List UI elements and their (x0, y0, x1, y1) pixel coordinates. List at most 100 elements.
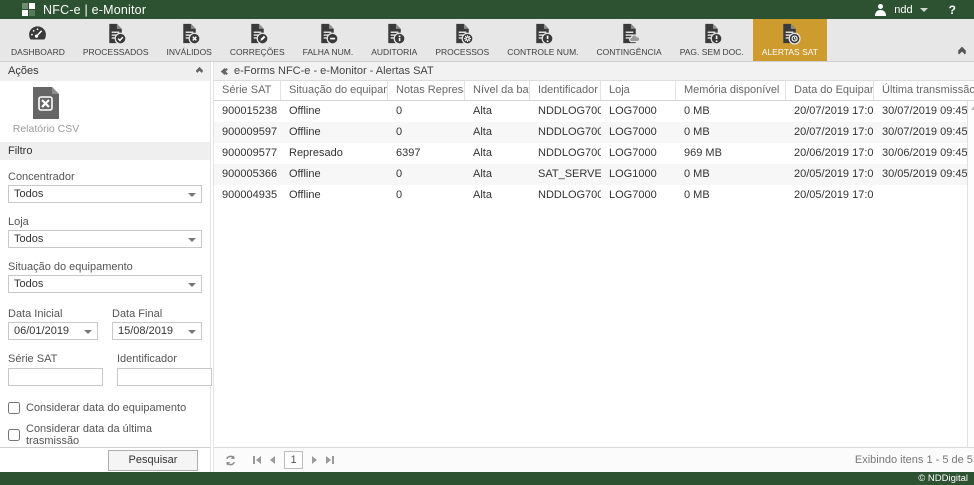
table-cell: 20/06/2019 17:09:42 (786, 143, 874, 164)
filtro-title: Filtro (8, 145, 32, 157)
table-cell: SAT_SERVER_OFF (530, 164, 601, 185)
vertical-scrollbar[interactable] (967, 101, 974, 447)
doc-x-icon (178, 22, 201, 45)
column-header[interactable]: Última transmissão (874, 81, 974, 100)
situacao-select[interactable]: Todos (8, 275, 202, 293)
table-cell: 900009577 (214, 143, 281, 164)
table-row[interactable]: 900009577Represado6397AltaNDDLOG7000001L… (214, 143, 974, 164)
concentrador-select[interactable]: Todos (8, 185, 202, 203)
last-page-button[interactable] (326, 456, 334, 464)
data-final-value: 15/08/2019 (118, 325, 173, 337)
tab-auditoria[interactable]: AUDITORIA (362, 19, 426, 61)
table-cell: LOG7000 (601, 122, 676, 143)
first-page-button[interactable] (253, 456, 261, 464)
tab-falha-num[interactable]: FALHA NUM. (294, 19, 363, 61)
breadcrumb: e-Forms NFC-e - e-Monitor - Alertas SAT (234, 65, 434, 77)
table-cell: Offline (281, 164, 388, 185)
tab-label: INVÁLIDOS (167, 47, 212, 57)
table-cell: Alta (465, 101, 530, 122)
filtro-header: Filtro (0, 142, 210, 161)
concentrador-label: Concentrador (8, 171, 202, 183)
chevron-down-icon (188, 238, 196, 242)
chevron-down-icon[interactable] (920, 8, 928, 12)
toolbar-collapse-button[interactable] (959, 48, 965, 56)
table-cell: 30/07/2019 09:45:29 (874, 101, 974, 122)
column-header[interactable]: Loja (601, 81, 676, 100)
table-row[interactable]: 900004935Offline0AltaNDDLOG7000001LOG700… (214, 185, 974, 206)
relatorio-csv-label: Relatório CSV (13, 123, 80, 135)
table-row[interactable]: 900009597Offline0AltaNDDLOG7000001LOG700… (214, 122, 974, 143)
table-cell: 20/05/2019 17:09:42 (786, 185, 874, 206)
data-final-picker[interactable]: 15/08/2019 (112, 322, 202, 340)
table-cell: 30/05/2019 09:45:29 (874, 164, 974, 185)
considerar-data-equipamento-checkbox[interactable] (8, 402, 20, 414)
copyright: © NDDigital (918, 473, 968, 484)
identificador-input[interactable] (117, 368, 212, 386)
considerar-data-equipamento-label: Considerar data do equipamento (26, 402, 186, 414)
current-page-input[interactable]: 1 (284, 451, 303, 469)
doc-minus-icon (316, 22, 339, 45)
filter-sidebar: Ações Relatório CSV Filtro Concentrador … (0, 62, 211, 472)
column-header[interactable]: Série SAT (214, 81, 281, 100)
table-cell: 20/05/2019 17:09:42 (786, 164, 874, 185)
doc-gear-icon (451, 22, 474, 45)
column-header[interactable]: Identificador (530, 81, 601, 100)
tab-processados[interactable]: PROCESSADOS (74, 19, 158, 61)
table-cell: 0 MB (676, 122, 786, 143)
serie-sat-input[interactable] (8, 368, 103, 386)
relatorio-csv-button[interactable]: Relatório CSV (16, 86, 76, 135)
tab-pag-sem-doc[interactable]: PAG. SEM DOC. (671, 19, 753, 61)
data-inicial-label: Data Inicial (8, 308, 98, 320)
user-menu[interactable]: ndd (894, 4, 912, 16)
tab-label: PAG. SEM DOC. (680, 47, 744, 57)
tab-conting-ncia[interactable]: CONTINGÊNCIA (588, 19, 671, 61)
tab-controle-num[interactable]: CONTROLE NUM. (498, 19, 587, 61)
chevron-down-icon (84, 330, 92, 334)
data-inicial-value: 06/01/2019 (14, 325, 69, 337)
tab-alertas-sat[interactable]: ALERTAS SAT (753, 19, 827, 61)
help-button[interactable]: ? (949, 3, 956, 17)
tab-corre-es[interactable]: CORREÇÕES (221, 19, 294, 61)
table-row[interactable]: 900015238Offline0AltaNDDLOG7000001LOG700… (214, 101, 974, 122)
table-cell: Offline (281, 185, 388, 206)
next-page-button[interactable] (312, 456, 317, 464)
column-header[interactable]: Nível da bateria (465, 81, 530, 100)
table-row[interactable]: 900005366Offline0AltaSAT_SERVER_OFFLOG10… (214, 164, 974, 185)
table-body: 900015238Offline0AltaNDDLOG7000001LOG700… (214, 101, 974, 206)
considerar-data-transmissao-label: Considerar data da última trasmissão (26, 423, 202, 447)
column-header[interactable]: Memória disponível (676, 81, 786, 100)
tab-inv-lidos[interactable]: INVÁLIDOS (158, 19, 221, 61)
alertas-sat-grid: Série SATSituação do equipamentoNotas Re… (214, 81, 974, 447)
column-header[interactable]: Notas Represadas (388, 81, 465, 100)
dashboard-icon (26, 22, 49, 45)
tab-processos[interactable]: PROCESSOS (426, 19, 498, 61)
column-header[interactable]: Situação do equipamento (281, 81, 388, 100)
table-cell: Alta (465, 185, 530, 206)
tab-label: PROCESSADOS (83, 47, 149, 57)
doc-cloud-icon (618, 22, 641, 45)
doc-check-icon (104, 22, 127, 45)
table-cell: 30/06/2019 09:45:29 (874, 143, 974, 164)
column-header[interactable]: Data do Equipamento (786, 81, 874, 100)
tab-dashboard[interactable]: DASHBOARD (2, 19, 74, 61)
data-inicial-picker[interactable]: 06/01/2019 (8, 322, 98, 340)
tab-label: PROCESSOS (435, 47, 489, 57)
chevron-down-icon (188, 283, 196, 287)
considerar-data-transmissao-checkbox[interactable] (8, 429, 20, 441)
tab-label: ALERTAS SAT (762, 47, 818, 57)
chevron-down-icon (188, 330, 196, 334)
table-cell: Alta (465, 164, 530, 185)
previous-page-button[interactable] (270, 456, 275, 464)
table-cell: LOG1000 (601, 164, 676, 185)
doc-info-icon (383, 22, 406, 45)
table-cell: LOG7000 (601, 101, 676, 122)
pesquisar-button[interactable]: Pesquisar (108, 450, 198, 471)
loja-select[interactable]: Todos (8, 230, 202, 248)
tab-label: CORREÇÕES (230, 47, 285, 57)
table-cell: 900005366 (214, 164, 281, 185)
collapse-sidebar-icon[interactable] (222, 69, 226, 74)
refresh-button[interactable] (224, 454, 237, 467)
acoes-collapse-button[interactable] (197, 68, 202, 74)
table-cell: NDDLOG7000001 (530, 101, 601, 122)
identificador-label: Identificador (117, 353, 212, 365)
